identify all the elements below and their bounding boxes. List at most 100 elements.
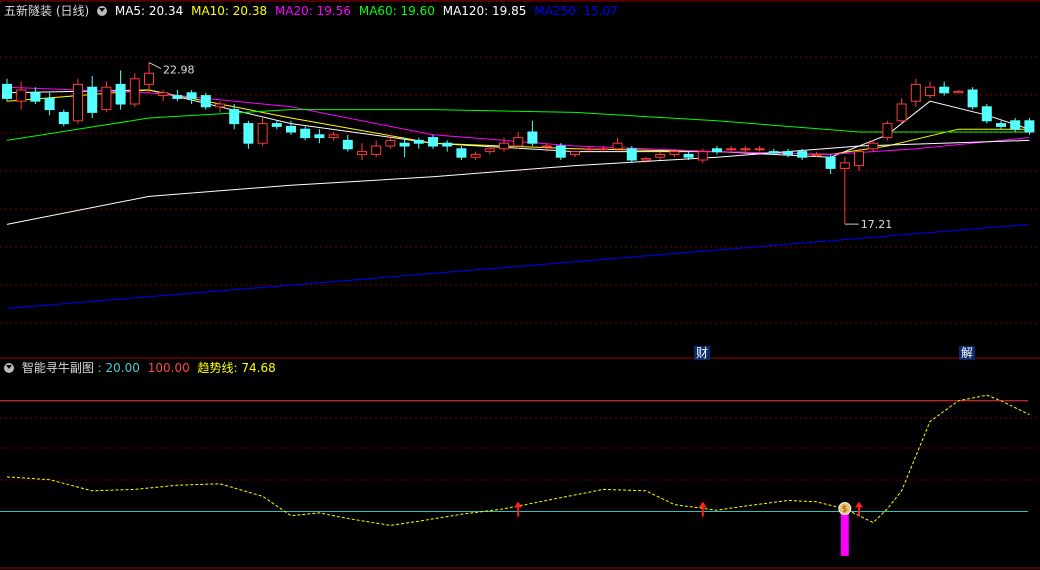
candle: [328, 134, 339, 139]
candle: [101, 86, 112, 111]
buy-arrow-head-icon: [698, 501, 707, 508]
ma-line-ma250: [6, 223, 1030, 309]
moving-average-lines: [6, 86, 1030, 309]
candle: [868, 142, 879, 150]
candle: [499, 142, 509, 150]
dropdown-icon[interactable]: [97, 6, 108, 16]
candle: [314, 134, 325, 139]
candle: [342, 139, 353, 150]
ma60-label: MA60: 19.60: [358, 4, 435, 18]
candle: [754, 148, 765, 151]
candle: [44, 97, 55, 111]
candle: [513, 137, 524, 147]
candle: [612, 142, 623, 150]
candle: [598, 148, 609, 151]
candle: [839, 162, 850, 169]
candle: [399, 142, 410, 147]
candle: [385, 139, 396, 147]
candle: [669, 151, 680, 155]
ma250-label: MA250: 15.07: [534, 4, 618, 18]
candle: [115, 83, 126, 105]
candle: [910, 83, 921, 102]
candle: [30, 92, 41, 102]
candle: [129, 78, 140, 105]
candle: [854, 151, 864, 167]
unlock-marker[interactable]: 解: [959, 346, 976, 360]
high-price-label: 22.98: [163, 64, 195, 77]
candle: [626, 148, 637, 161]
sub-title: 智能寻牛副图: [21, 361, 94, 375]
candle: [442, 142, 453, 147]
candle: [882, 123, 893, 139]
level-high-label: 100.00: [147, 361, 190, 375]
candle: [428, 137, 438, 147]
candle: [811, 153, 822, 156]
ma5-label: MA5: 20.34: [114, 4, 184, 18]
candle: [896, 103, 907, 122]
candle: [73, 83, 83, 122]
candle: [768, 151, 779, 154]
candle: [584, 148, 595, 151]
candlestick-chart[interactable]: 22.98 17.21 $: [0, 0, 1040, 570]
grid-lines: [0, 0, 1040, 569]
candle: [981, 106, 992, 122]
candle: [712, 148, 722, 153]
candle: [215, 103, 225, 108]
candle: [527, 131, 538, 144]
candle: [186, 92, 197, 99]
candle: [470, 153, 481, 158]
candle: [996, 123, 1006, 127]
buy-arrow-head-icon: [855, 501, 863, 508]
candle: [158, 92, 169, 97]
candle: [300, 128, 311, 139]
finance-marker[interactable]: 财: [694, 346, 711, 360]
trend-label: 趋势线: 74.68: [197, 361, 276, 375]
candle: [484, 148, 495, 153]
candle: [541, 145, 552, 148]
candle: [939, 86, 950, 94]
sub-indicator-chart[interactable]: $: [0, 394, 1030, 556]
candle: [570, 151, 580, 155]
buy-arrow-head-icon: [514, 501, 523, 508]
high-pointer: [148, 62, 162, 70]
candle: [144, 72, 154, 85]
candle: [229, 109, 240, 125]
candle: [1010, 120, 1021, 130]
candle: [925, 86, 935, 97]
candle: [243, 123, 254, 144]
candle: [783, 151, 793, 155]
candle: [726, 148, 737, 151]
low-price-label: 17.21: [861, 218, 893, 231]
candle: [953, 90, 964, 94]
sub-chart-header: 智能寻牛副图 : 20.00 100.00 趋势线: 74.68: [4, 360, 280, 376]
candle: [740, 148, 751, 151]
candle: [357, 151, 367, 155]
money-bag-symbol: $: [842, 505, 848, 515]
candle: [413, 139, 424, 144]
candle: [825, 156, 836, 169]
candle: [286, 125, 296, 133]
candle: [371, 145, 382, 155]
candle: [1024, 120, 1035, 133]
candle: [683, 153, 694, 158]
dropdown-icon[interactable]: [4, 363, 14, 373]
candle: [271, 123, 282, 127]
candle: [967, 89, 978, 108]
ma120-label: MA120: 19.85: [442, 4, 527, 18]
candle: [257, 123, 268, 144]
candle: [2, 83, 12, 99]
candle: [58, 111, 69, 125]
ma20-label: MA20: 19.56: [274, 4, 352, 18]
candle: [87, 86, 98, 113]
level-low-label: : 20.00: [97, 361, 140, 375]
candle: [655, 153, 666, 158]
candle: [555, 145, 566, 158]
stock-name: 五新隧装 (日线): [4, 4, 90, 18]
ma10-label: MA10: 20.38: [191, 4, 268, 18]
candle: [456, 148, 467, 158]
candle: [172, 95, 183, 99]
candle: [797, 151, 808, 158]
main-chart-header: 五新隧装 (日线) MA5: 20.34 MA10: 20.38 MA20: 1…: [4, 3, 622, 19]
candle: [16, 89, 27, 102]
candle: [641, 158, 651, 161]
